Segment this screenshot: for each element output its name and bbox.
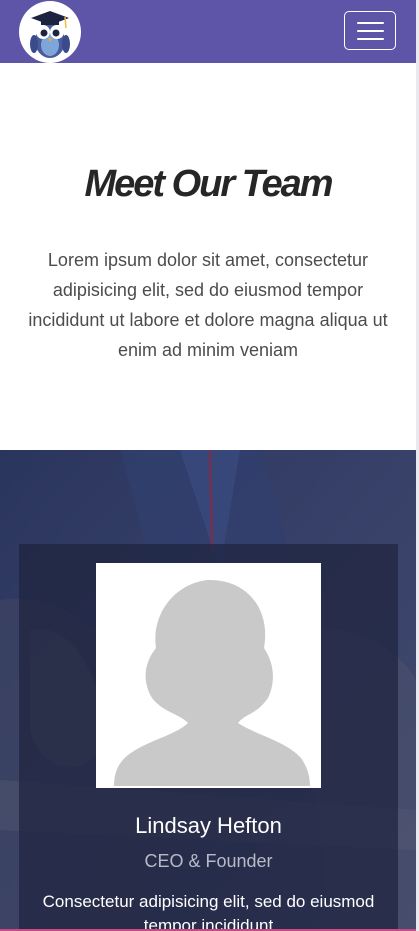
section-description: Lorem ipsum dolor sit amet, consectetur … [28,250,388,360]
team-member-card: Lindsay Hefton CEO & Founder Consectetur… [19,544,398,931]
team-intro-section: Meet Our Team Lorem ipsum dolor sit amet… [0,63,416,450]
hamburger-menu-button[interactable] [344,11,396,50]
member-name: Lindsay Hefton [135,813,282,838]
team-members-section: Lindsay Hefton CEO & Founder Consectetur… [0,450,416,931]
section-title: Meet Our Team [84,163,333,205]
member-role: CEO & Founder [144,851,273,871]
top-navbar [0,0,416,63]
owl-logo-icon[interactable] [19,1,81,63]
avatar-silhouette-icon [96,563,321,788]
member-bio: Consectetur adipisicing elit, sed do eiu… [42,892,375,931]
